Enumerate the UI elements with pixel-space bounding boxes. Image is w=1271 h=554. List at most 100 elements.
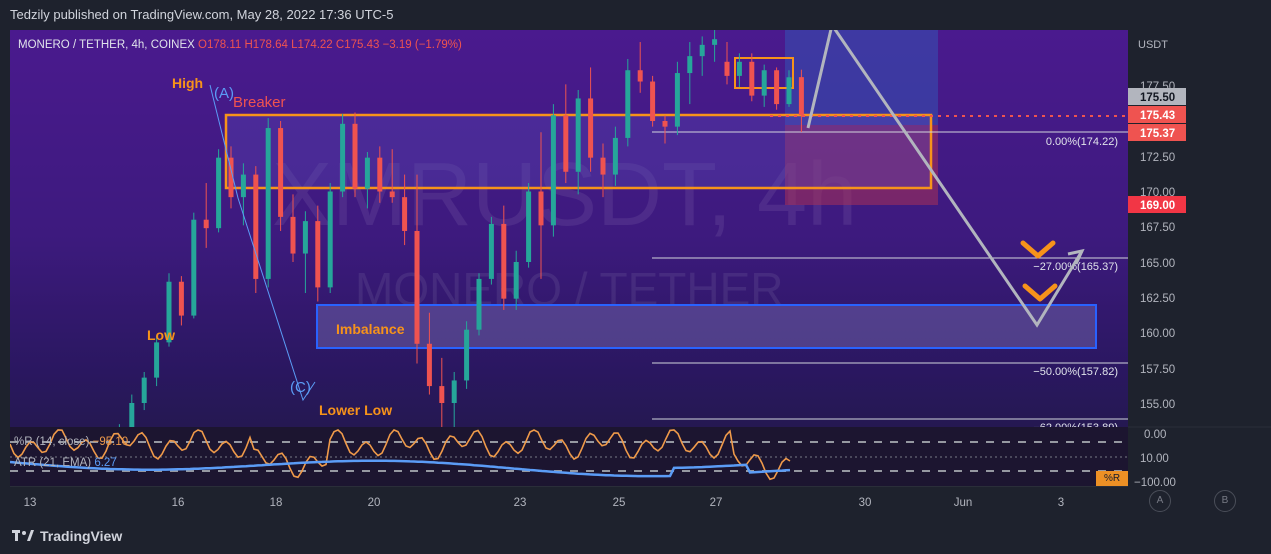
candle-body: [786, 77, 792, 105]
main-chart[interactable]: XMRUSDT, 4h MONERO / TETHER 0.00%(174.22…: [10, 30, 1128, 486]
time-axis-svg: 13 16 18 20 23 25 27 30 Jun 3: [24, 497, 1065, 509]
time-tick: 27: [710, 497, 723, 509]
publish-info: Tedzily published on TradingView.com, Ma…: [0, 0, 1271, 30]
candle-body: [625, 70, 631, 138]
candle-body: [563, 115, 569, 172]
candles-group: [104, 30, 804, 467]
price-badge-175-43-text: 175.43: [1140, 110, 1175, 122]
candle-body: [662, 121, 668, 127]
candle-body: [240, 174, 246, 198]
candle-body: [203, 219, 209, 229]
candle-body: [687, 56, 693, 74]
candle-body: [612, 137, 618, 175]
candle-body: [290, 216, 296, 254]
label-c: (C): [290, 379, 311, 396]
candle-body: [724, 61, 730, 76]
candle-body: [402, 197, 408, 231]
wr-legend-label: %R (14, close): [14, 436, 90, 448]
candle-body: [526, 191, 532, 263]
candle-body: [253, 174, 259, 279]
ind-tick: −100.00: [1134, 477, 1176, 486]
price-badge-175-37-text: 175.37: [1140, 128, 1175, 140]
tradingview-logo[interactable]: TradingView: [12, 528, 122, 544]
candle-body: [352, 123, 358, 189]
candle-body: [699, 44, 705, 57]
ind-tick: 0.00: [1144, 429, 1166, 441]
label-lower-low: Lower Low: [319, 402, 392, 418]
time-tick: 30: [859, 497, 872, 509]
candle-body: [550, 115, 556, 226]
atr-legend: ATR (21, EMA) 6.27: [14, 457, 117, 469]
candle-body: [637, 70, 643, 82]
candle-body: [712, 39, 718, 45]
price-tick: 165.00: [1140, 258, 1175, 270]
footer: [0, 516, 1271, 554]
candle-body: [513, 262, 519, 299]
candle-body: [774, 70, 780, 105]
price-tick: 160.00: [1140, 328, 1175, 340]
atr-legend-value: 6.27: [94, 457, 117, 469]
chart-legend: MONERO / TETHER, 4h, COINEX O178.11 H178…: [18, 39, 462, 51]
candle-body: [278, 128, 284, 217]
legend-symbol: MONERO / TETHER, 4h, COINEX: [18, 39, 195, 51]
label-imbalance: Imbalance: [336, 321, 405, 337]
candle-body: [488, 223, 494, 279]
axis-button-a[interactable]: A: [1149, 490, 1171, 512]
time-tick: Jun: [954, 497, 973, 509]
legend-ohlc: O178.11 H178.64 L174.22 C175.43 −3.19 (−…: [198, 39, 462, 51]
price-tick: 155.00: [1140, 399, 1175, 411]
candle-body: [798, 77, 804, 115]
label-high: High: [172, 75, 203, 91]
candle-body: [302, 221, 308, 254]
candle-body: [141, 377, 147, 404]
chevron-down-icon: [1020, 240, 1056, 259]
time-tick: 16: [172, 497, 185, 509]
time-tick: 23: [514, 497, 527, 509]
r-badge: %R: [1096, 471, 1128, 486]
r-badge-text: %R: [1096, 471, 1128, 486]
ind-tick: 10.00: [1140, 453, 1169, 465]
candle-body: [650, 81, 656, 122]
candle-body: [315, 221, 321, 288]
candle-body: [129, 403, 135, 429]
candle-body: [439, 386, 445, 404]
time-axis[interactable]: 13 16 18 20 23 25 27 30 Jun 3: [10, 486, 1128, 517]
candle-body: [575, 98, 581, 172]
tradingview-logo-icon: [12, 530, 34, 541]
wr-legend-value: −95.10: [92, 436, 129, 448]
candle-body: [364, 157, 370, 189]
price-axis[interactable]: USDT 177.50 172.50 170.00 167.50 165.00 …: [1128, 30, 1271, 489]
candle-body: [426, 343, 432, 387]
candle-body: [377, 157, 383, 192]
imbalance-box[interactable]: [316, 304, 1097, 349]
label-low: Low: [147, 327, 175, 343]
candle-body: [327, 191, 333, 288]
label-a: (A): [214, 85, 234, 102]
candle-body: [674, 73, 680, 127]
price-axis-svg: USDT 177.50 172.50 170.00 167.50 165.00 …: [1128, 39, 1271, 489]
candle-body: [464, 329, 470, 381]
candle-body: [501, 223, 507, 299]
fib-label-50: −50.00%(157.82): [1033, 366, 1118, 378]
candle-body: [216, 157, 222, 229]
candle-body: [414, 230, 420, 344]
axis-button-b[interactable]: B: [1214, 490, 1236, 512]
candle-body: [451, 380, 457, 404]
time-tick: 18: [270, 497, 283, 509]
candle-body: [154, 342, 160, 378]
candle-body: [749, 61, 755, 96]
candle-body: [761, 70, 767, 96]
candle-body: [588, 98, 594, 158]
chart-svg: XMRUSDT, 4h MONERO / TETHER 0.00%(174.22…: [10, 30, 1128, 486]
price-tick: 157.50: [1140, 364, 1175, 376]
candle-body: [736, 61, 742, 76]
price-tick: 162.50: [1140, 293, 1175, 305]
fib-label-0: 0.00%(174.22): [1046, 136, 1118, 148]
time-tick: 25: [613, 497, 626, 509]
candle-body: [538, 191, 544, 226]
price-badge-169-00-text: 169.00: [1140, 200, 1175, 212]
time-tick: 20: [368, 497, 381, 509]
time-tick: 3: [1058, 497, 1064, 509]
candle-body: [340, 123, 346, 192]
chevron-down-icon-2: [1022, 283, 1058, 302]
